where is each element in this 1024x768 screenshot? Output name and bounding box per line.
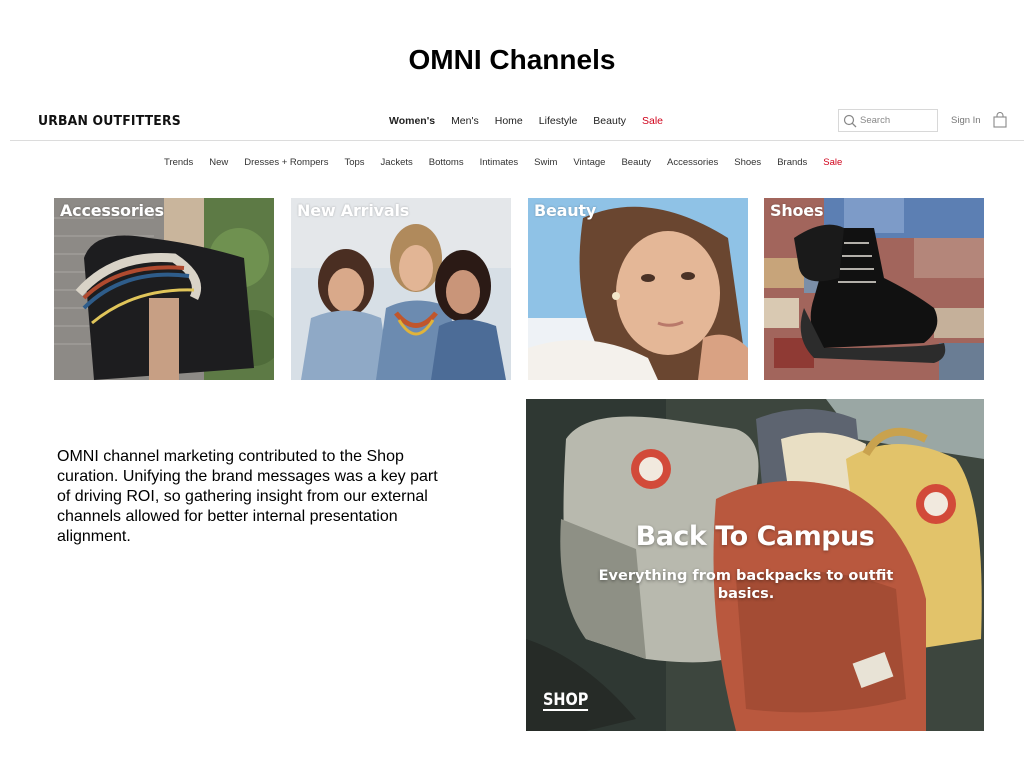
search-icon [843, 114, 857, 127]
nav-beauty[interactable]: Beauty [593, 115, 626, 127]
subnav-vintage[interactable]: Vintage [573, 157, 605, 168]
brand-logo[interactable]: URBAN OUTFITTERS [38, 113, 181, 129]
search-box[interactable] [838, 109, 938, 132]
beauty-photo [528, 198, 748, 380]
promo-headline: Back To Campus [635, 521, 875, 552]
main-nav: Women's Men's Home Lifestyle Beauty Sale [389, 115, 679, 127]
nav-sale[interactable]: Sale [642, 115, 663, 127]
header-divider [10, 140, 1024, 141]
nav-mens[interactable]: Men's [451, 115, 479, 127]
subnav-sale[interactable]: Sale [823, 157, 842, 168]
tile-shoes[interactable]: Shoes [764, 198, 984, 380]
subnav-intimates[interactable]: Intimates [480, 157, 519, 168]
subnav-trends[interactable]: Trends [164, 157, 193, 168]
description-text: OMNI channel marketing contributed to th… [57, 448, 438, 545]
sign-in-link[interactable]: Sign In [951, 115, 981, 126]
backpacks-photo [526, 399, 984, 731]
subnav-tops[interactable]: Tops [344, 157, 364, 168]
promo-subline: Everything from backpacks to outfit basi… [598, 568, 894, 602]
category-nav: Trends New Dresses + Rompers Tops Jacket… [164, 157, 858, 168]
tile-label: Beauty [534, 201, 597, 220]
search-input[interactable] [860, 115, 930, 126]
shop-link[interactable]: SHOP [543, 691, 589, 711]
tile-new-arrivals[interactable]: New Arrivals [291, 198, 511, 380]
subnav-brands[interactable]: Brands [777, 157, 807, 168]
tile-label: New Arrivals [297, 201, 410, 220]
subnav-bottoms[interactable]: Bottoms [429, 157, 464, 168]
nav-home[interactable]: Home [495, 115, 523, 127]
accessories-photo [54, 198, 274, 380]
tile-label: Accessories [60, 201, 164, 220]
slide-title: OMNI Channels [408, 44, 616, 75]
tile-accessories[interactable]: Accessories [54, 198, 274, 380]
subnav-shoes[interactable]: Shoes [734, 157, 761, 168]
subnav-swim[interactable]: Swim [534, 157, 557, 168]
back-to-campus-banner[interactable]: Back To Campus Everything from backpacks… [526, 399, 984, 731]
subnav-jackets[interactable]: Jackets [381, 157, 413, 168]
subnav-accessories[interactable]: Accessories [667, 157, 718, 168]
shopping-bag-icon[interactable] [993, 112, 1007, 128]
nav-lifestyle[interactable]: Lifestyle [539, 115, 578, 127]
nav-womens[interactable]: Women's [389, 115, 435, 127]
tile-beauty[interactable]: Beauty [528, 198, 748, 380]
subnav-new[interactable]: New [209, 157, 228, 168]
new-arrivals-photo [291, 198, 511, 380]
subnav-dresses-rompers[interactable]: Dresses + Rompers [244, 157, 328, 168]
subnav-beauty[interactable]: Beauty [621, 157, 651, 168]
shoes-photo [764, 198, 984, 380]
tile-label: Shoes [770, 201, 824, 220]
